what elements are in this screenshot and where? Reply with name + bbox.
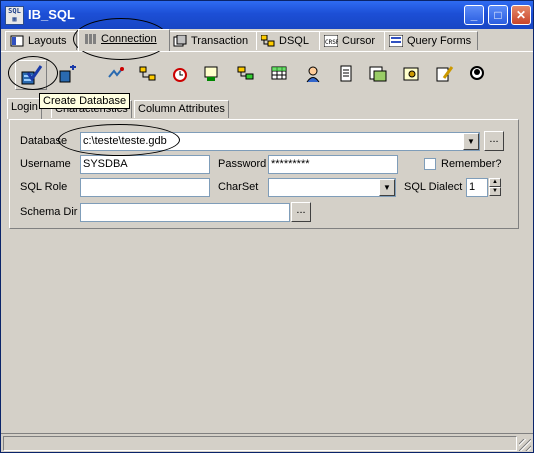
network-icon <box>139 66 156 81</box>
person-button[interactable] <box>466 63 488 85</box>
tab-layouts[interactable]: Layouts <box>5 31 77 50</box>
subtab-column-attributes[interactable]: Column Attributes <box>134 100 229 118</box>
app-window: SQL ▦ IB_SQL _ □ ✕ Layouts Connection Tra… <box>0 0 534 453</box>
sql-dialect-input[interactable]: 1 <box>466 178 488 197</box>
connection-icon <box>83 33 97 45</box>
alarm-clock-button[interactable] <box>169 63 191 85</box>
tab-dsql[interactable]: DSQL <box>256 31 322 50</box>
alarm-clock-icon <box>173 68 187 82</box>
username-label: Username <box>20 158 71 170</box>
login-panel: Database c:\teste\teste.gdb ▼ ... Userna… <box>9 119 519 229</box>
remember-label: Remember? <box>441 158 502 170</box>
maximize-button[interactable]: □ <box>488 5 508 25</box>
spinner-down-icon[interactable]: ▼ <box>489 187 501 196</box>
table-button[interactable] <box>367 63 389 85</box>
person-icon <box>470 66 484 80</box>
document-button[interactable] <box>335 63 357 85</box>
database-browse-button[interactable]: ... <box>484 131 504 151</box>
schema-dir-input[interactable] <box>80 203 290 222</box>
username-input[interactable]: SYSDBA <box>80 155 210 174</box>
resize-grip-icon[interactable] <box>519 439 531 451</box>
sqlrole-label: SQL Role <box>20 181 68 193</box>
title-bar[interactable]: SQL ▦ IB_SQL _ □ ✕ <box>1 1 533 29</box>
database-label: Database <box>20 135 68 147</box>
edit-icon <box>436 66 454 82</box>
grid-icon <box>271 66 287 80</box>
window-title: IB_SQL <box>28 7 75 22</box>
charset-dropdown-button[interactable]: ▼ <box>379 179 395 196</box>
tab-query-forms[interactable]: Query Forms <box>384 31 478 50</box>
tab-transaction[interactable]: Transaction <box>168 31 258 50</box>
svg-text:CRSR: CRSR <box>325 39 338 46</box>
app-icon: SQL ▦ <box>5 6 24 25</box>
query-forms-icon <box>388 34 404 48</box>
settings-icon <box>403 67 419 81</box>
add-database-button[interactable] <box>57 63 79 85</box>
toolbar <box>1 57 533 91</box>
sql-dialect-spinner[interactable]: ▲ ▼ <box>489 178 501 197</box>
edit-button[interactable] <box>434 63 456 85</box>
create-database-icon <box>21 65 43 85</box>
sql-dialect-label: SQL Dialect <box>404 181 463 193</box>
tab-connection[interactable]: Connection <box>78 29 170 51</box>
charset-select[interactable] <box>268 178 396 197</box>
tree-button[interactable] <box>235 63 257 85</box>
document-icon <box>340 65 352 82</box>
password-input[interactable]: ********* <box>268 155 398 174</box>
remember-checkbox[interactable] <box>424 158 436 170</box>
user-icon <box>306 66 320 83</box>
layouts-icon <box>10 35 24 47</box>
tab-divider <box>1 51 533 52</box>
spinner-up-icon[interactable]: ▲ <box>489 178 501 187</box>
form-icon <box>204 66 218 81</box>
add-database-icon <box>59 65 76 83</box>
connect-icon <box>108 67 124 78</box>
database-combo[interactable]: c:\teste\teste.gdb <box>80 132 480 151</box>
create-database-button[interactable] <box>15 60 47 90</box>
tab-cursor[interactable]: CRSRCursor <box>319 31 386 50</box>
user-button[interactable] <box>302 63 324 85</box>
grid-button[interactable] <box>269 63 291 85</box>
close-button[interactable]: ✕ <box>511 5 531 25</box>
dsql-icon <box>260 34 275 47</box>
status-bar <box>1 433 533 452</box>
password-label: Password <box>218 158 267 170</box>
network-button[interactable] <box>137 63 159 85</box>
transaction-icon <box>173 34 187 47</box>
database-dropdown-button[interactable]: ▼ <box>463 133 479 150</box>
connect-button[interactable] <box>105 63 127 85</box>
tooltip: Create Database <box>39 93 131 109</box>
schema-dir-browse-button[interactable]: ... <box>291 202 311 222</box>
status-panel <box>3 436 517 451</box>
minimize-button[interactable]: _ <box>464 5 484 25</box>
tree-icon <box>237 66 254 80</box>
table-icon <box>369 66 387 82</box>
form-button[interactable] <box>201 63 223 85</box>
schema-dir-label: Schema Dir <box>20 206 78 218</box>
sqlrole-input[interactable] <box>80 178 210 197</box>
subtab-login[interactable]: Login <box>7 98 42 119</box>
charset-label: CharSet <box>218 181 259 193</box>
database-value: c:\teste\teste.gdb <box>83 135 167 147</box>
cursor-icon: CRSR <box>323 34 340 48</box>
settings-button[interactable] <box>401 63 423 85</box>
